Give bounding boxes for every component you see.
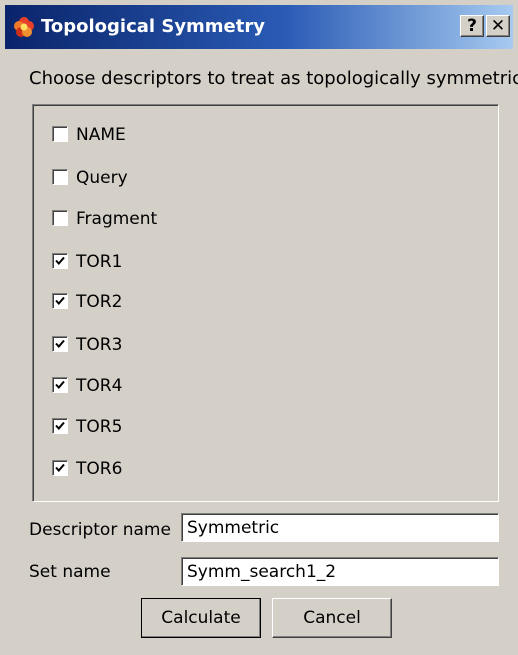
instruction-text: Choose descriptors to treat as topologic…	[29, 68, 518, 89]
checkbox[interactable]	[52, 377, 68, 393]
checkbox[interactable]	[52, 253, 68, 269]
cancel-button[interactable]: Cancel	[272, 598, 392, 638]
option-label: TOR4	[76, 376, 123, 396]
help-button[interactable]: ?	[460, 15, 484, 37]
check-icon	[55, 339, 65, 348]
checkbox[interactable]	[52, 460, 68, 476]
checkbox[interactable]	[52, 293, 68, 309]
check-icon	[55, 421, 65, 430]
window-title: Topological Symmetry	[41, 16, 265, 37]
check-icon	[55, 256, 65, 265]
checkbox[interactable]	[52, 169, 68, 185]
checkbox[interactable]	[52, 210, 68, 226]
checkbox[interactable]	[52, 336, 68, 352]
calculate-button[interactable]: Calculate	[141, 598, 261, 638]
close-button[interactable]: ✕	[486, 15, 510, 37]
option-label: TOR5	[76, 417, 123, 437]
dialog-window: Topological Symmetry ? ✕ Choose descript…	[0, 0, 518, 655]
descriptor-list: NAME Query Fragment TOR1 TOR2 TOR3 TOR4	[32, 104, 499, 502]
checkbox[interactable]	[52, 418, 68, 434]
option-label: NAME	[76, 125, 126, 145]
title-bar[interactable]: Topological Symmetry ? ✕	[5, 5, 513, 49]
option-label: TOR3	[76, 335, 123, 355]
option-label: Query	[76, 168, 128, 188]
set-name-input[interactable]	[181, 557, 499, 586]
checkbox[interactable]	[52, 126, 68, 142]
app-flower-icon	[14, 17, 34, 37]
check-icon	[55, 463, 65, 472]
option-label: TOR1	[76, 252, 123, 272]
descriptor-name-input[interactable]	[181, 513, 499, 542]
check-icon	[55, 296, 65, 305]
set-name-label: Set name	[29, 562, 111, 582]
option-label: Fragment	[76, 209, 158, 229]
descriptor-name-label: Descriptor name	[29, 520, 171, 540]
check-icon	[55, 380, 65, 389]
option-label: TOR6	[76, 459, 123, 479]
option-label: TOR2	[76, 292, 123, 312]
